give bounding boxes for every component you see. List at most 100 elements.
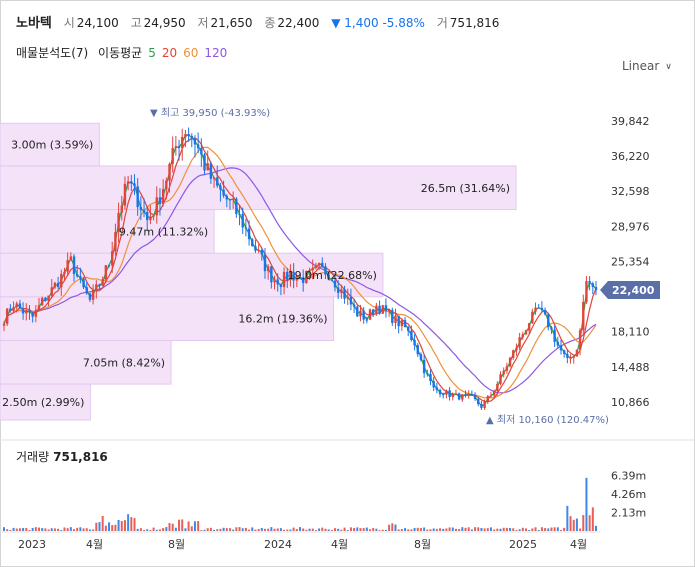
- volume-bar: [108, 522, 111, 531]
- volume-bar: [550, 527, 553, 531]
- volume-bar: [50, 528, 53, 531]
- volume-bar: [270, 527, 273, 531]
- volume-bar: [340, 529, 343, 531]
- volume-bar: [244, 527, 247, 531]
- candle-body: [171, 147, 174, 164]
- candle-body: [317, 262, 321, 266]
- candle-body: [56, 282, 60, 288]
- candle-body: [343, 289, 346, 299]
- volume-bar: [334, 528, 337, 531]
- candle-body: [461, 394, 464, 400]
- volume-bar: [400, 529, 403, 531]
- volume-bar: [41, 528, 44, 531]
- candle-body: [346, 296, 349, 299]
- volume-bar: [327, 529, 330, 531]
- candle-body: [72, 256, 76, 275]
- volume-bar: [101, 516, 104, 531]
- candle-body: [435, 387, 439, 390]
- candle-body: [146, 212, 149, 221]
- price-chart[interactable]: 3.00m (3.59%) 26.5m (31.64%) 9.47m (11.32%…: [0, 0, 695, 567]
- candle-body: [282, 271, 286, 288]
- candle-body: [457, 393, 461, 400]
- candle-body: [518, 337, 521, 348]
- volume-bar: [117, 519, 120, 531]
- candle-body: [556, 341, 560, 346]
- volume-bar: [88, 529, 91, 531]
- volume-bar: [439, 528, 442, 531]
- candle-body: [251, 239, 254, 247]
- volume-bar: [241, 528, 244, 531]
- y-tick-label: 18,110: [611, 326, 650, 339]
- candle-body: [28, 310, 31, 313]
- candle-body: [225, 195, 228, 200]
- candle-body: [403, 320, 407, 328]
- volume-bar: [130, 517, 133, 531]
- volume-bar: [47, 529, 50, 531]
- volume-bar: [299, 527, 301, 531]
- candle-body: [244, 227, 248, 229]
- volume-bar: [375, 528, 378, 531]
- volume-bar: [238, 527, 241, 531]
- candle-body: [193, 138, 197, 145]
- candle-body: [502, 370, 505, 375]
- volume-bar: [381, 529, 384, 531]
- volume-bar: [123, 520, 126, 531]
- candle-body: [161, 189, 165, 204]
- volume-bar: [362, 528, 365, 531]
- candle-body: [464, 394, 467, 396]
- volume-bar: [219, 528, 222, 531]
- volume-bar: [553, 527, 556, 531]
- volume-bar: [69, 527, 72, 531]
- volume-bar: [464, 527, 467, 531]
- volume-bar: [505, 527, 508, 531]
- candle-body: [362, 310, 365, 320]
- volume-bar: [168, 523, 171, 531]
- candle-body: [174, 146, 178, 148]
- candle-body: [200, 148, 203, 155]
- volume-bar: [556, 527, 559, 531]
- volume-bar: [76, 527, 79, 531]
- volume-bar: [451, 527, 454, 531]
- candle-body: [438, 389, 442, 395]
- candle-body: [445, 390, 448, 395]
- candle-body: [582, 301, 585, 331]
- volume-bar: [365, 527, 368, 531]
- volume-tick-label: 2.13m: [611, 506, 646, 519]
- y-tick-label: 39,842: [611, 115, 650, 128]
- volume-bar: [178, 519, 181, 531]
- candle-body: [216, 177, 219, 186]
- volume-bar: [489, 527, 492, 531]
- candle-body: [454, 393, 458, 395]
- candle-body: [53, 282, 57, 288]
- volume-bar: [276, 528, 279, 531]
- volume-bar: [216, 529, 219, 531]
- candle-body: [540, 307, 544, 310]
- candle-body: [206, 163, 209, 171]
- volume-bar: [111, 525, 114, 531]
- volume-bar: [162, 528, 165, 531]
- volume-bar: [34, 527, 37, 531]
- candle-body: [88, 293, 92, 300]
- candle-body: [5, 308, 9, 324]
- candle-body: [66, 260, 69, 272]
- volume-bar: [515, 530, 518, 531]
- volume-bar: [502, 527, 505, 531]
- volume-bar: [273, 528, 276, 531]
- candle-body: [524, 330, 528, 335]
- volume-bar: [187, 521, 190, 531]
- candle-body: [429, 373, 432, 382]
- volume-bar: [410, 529, 413, 531]
- candle-body: [155, 197, 158, 216]
- volume-bar: [572, 519, 575, 531]
- volume-bar: [372, 528, 375, 531]
- candle-body: [18, 303, 22, 309]
- candle-body: [349, 296, 353, 305]
- volume-bar: [384, 529, 387, 531]
- candle-body: [126, 181, 130, 184]
- candle-body: [12, 307, 15, 311]
- volume-bar: [493, 529, 496, 531]
- candle-body: [187, 134, 190, 137]
- volume-bar: [528, 530, 531, 531]
- candle-body: [489, 395, 493, 397]
- candle-body: [314, 265, 318, 268]
